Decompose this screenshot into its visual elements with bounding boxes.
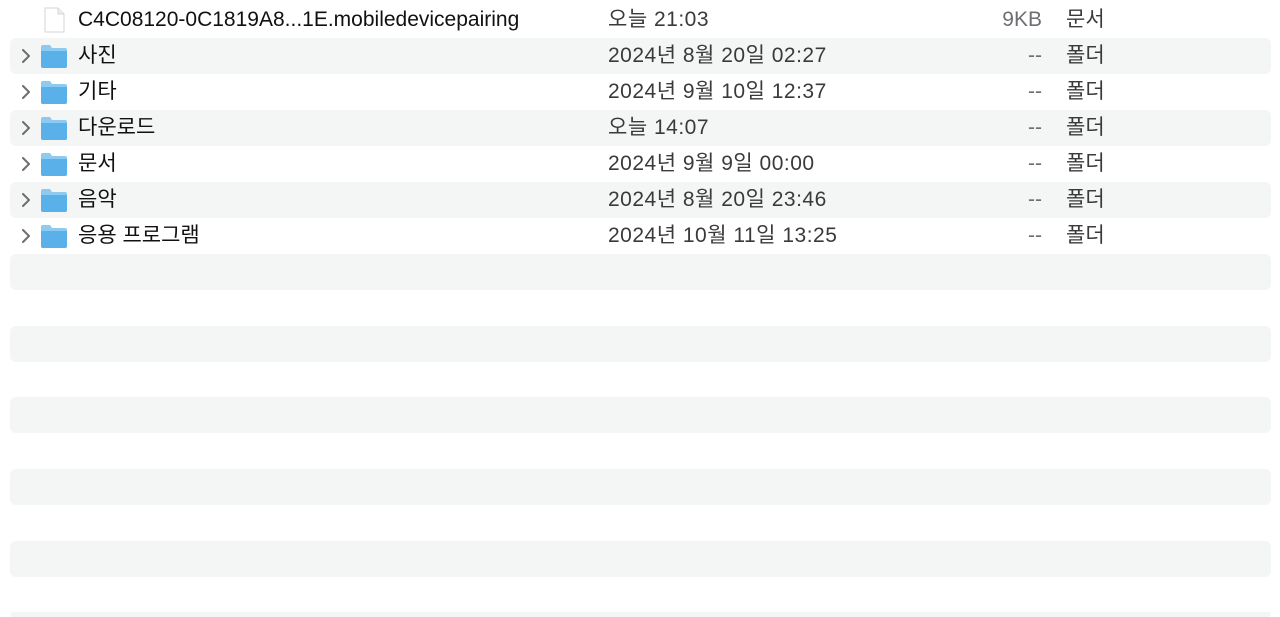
folder-icon bbox=[40, 223, 68, 249]
item-name: C4C08120-0C1819A8...1E.mobiledevicepairi… bbox=[78, 8, 520, 31]
empty-row bbox=[10, 326, 1271, 362]
item-kind: 폴더 bbox=[1066, 44, 1105, 67]
empty-row bbox=[10, 254, 1271, 290]
item-size: -- bbox=[1028, 152, 1042, 175]
chevron-right-icon[interactable] bbox=[18, 74, 34, 110]
list-item[interactable]: C4C08120-0C1819A8...1E.mobiledevicepairi… bbox=[10, 2, 1271, 38]
folder-icon bbox=[40, 115, 68, 141]
item-size: -- bbox=[1028, 116, 1042, 139]
folder-icon bbox=[40, 79, 68, 105]
folder-icon bbox=[40, 187, 68, 213]
chevron-right-icon[interactable] bbox=[18, 38, 34, 74]
folder-icon bbox=[40, 43, 68, 69]
chevron-right-icon[interactable] bbox=[18, 182, 34, 218]
item-size: 9KB bbox=[1002, 8, 1042, 31]
item-size: -- bbox=[1028, 188, 1042, 211]
item-name: 기타 bbox=[78, 80, 117, 103]
item-size: -- bbox=[1028, 80, 1042, 103]
list-item[interactable]: 기타 2024년 9월 10일 12:37 -- 폴더 bbox=[10, 74, 1271, 110]
item-kind: 폴더 bbox=[1066, 152, 1105, 175]
item-name: 응용 프로그램 bbox=[78, 224, 200, 247]
item-kind: 폴더 bbox=[1066, 224, 1105, 247]
empty-row bbox=[10, 541, 1271, 577]
item-name: 문서 bbox=[78, 152, 117, 175]
list-item[interactable]: 응용 프로그램 2024년 10월 11일 13:25 -- 폴더 bbox=[10, 218, 1271, 254]
item-kind: 폴더 bbox=[1066, 188, 1105, 211]
empty-row bbox=[10, 612, 1271, 617]
file-list: C4C08120-0C1819A8...1E.mobiledevicepairi… bbox=[0, 0, 1280, 617]
item-size: -- bbox=[1028, 224, 1042, 247]
chevron-right-icon[interactable] bbox=[18, 110, 34, 146]
item-kind: 폴더 bbox=[1066, 80, 1105, 103]
chevron-right-icon[interactable] bbox=[18, 218, 34, 254]
item-name: 음악 bbox=[78, 188, 117, 211]
item-size: -- bbox=[1028, 44, 1042, 67]
empty-row bbox=[10, 469, 1271, 505]
folder-icon bbox=[40, 151, 68, 177]
empty-row bbox=[10, 397, 1271, 433]
item-kind: 폴더 bbox=[1066, 116, 1105, 139]
item-name: 사진 bbox=[78, 44, 117, 67]
chevron-right-icon[interactable] bbox=[18, 146, 34, 182]
document-icon bbox=[40, 7, 68, 33]
list-item[interactable]: 사진 2024년 8월 20일 02:27 -- 폴더 bbox=[10, 38, 1271, 74]
list-item[interactable]: 다운로드 오늘 14:07 -- 폴더 bbox=[10, 110, 1271, 146]
list-item[interactable]: 음악 2024년 8월 20일 23:46 -- 폴더 bbox=[10, 182, 1271, 218]
list-item[interactable]: 문서 2024년 9월 9일 00:00 -- 폴더 bbox=[10, 146, 1271, 182]
item-name: 다운로드 bbox=[78, 116, 156, 139]
item-kind: 문서 bbox=[1066, 8, 1105, 31]
